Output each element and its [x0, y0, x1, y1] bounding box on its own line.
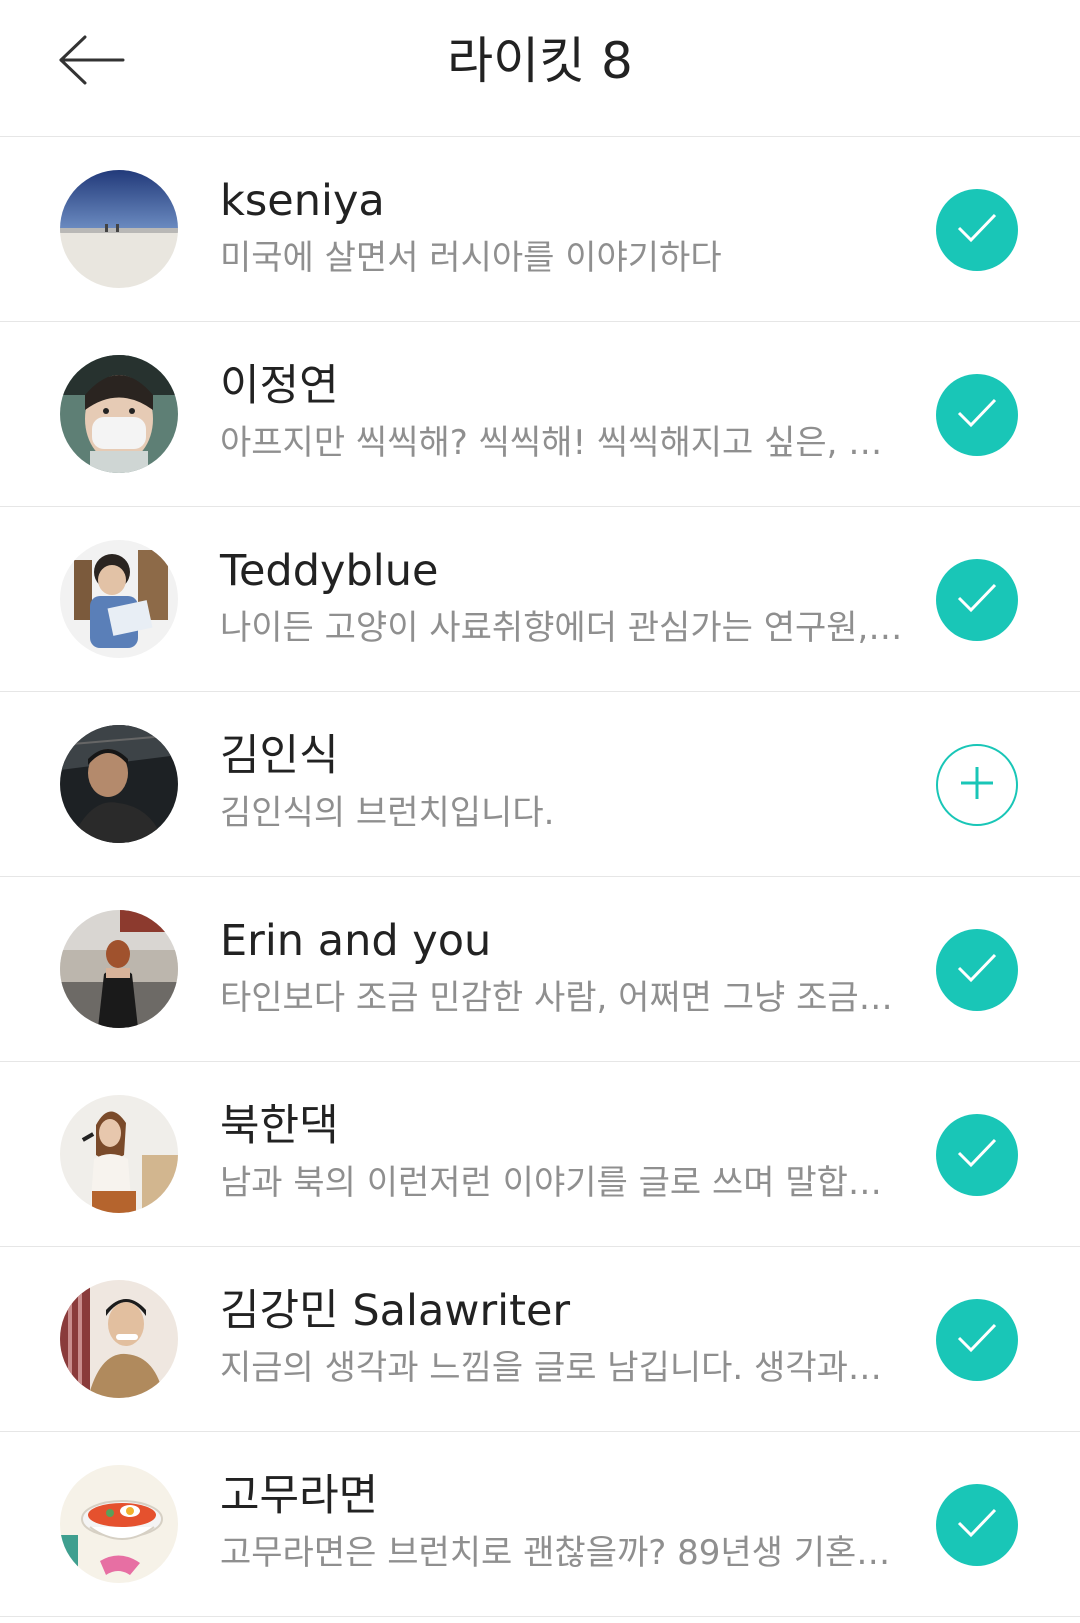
check-icon	[955, 395, 999, 435]
list-item[interactable]: 고무라면 고무라면은 브런치로 괜찮을까? 89년생 기혼…	[0, 1432, 1080, 1617]
following-button[interactable]	[936, 1299, 1018, 1381]
following-button[interactable]	[936, 559, 1018, 641]
avatar[interactable]	[60, 1280, 178, 1398]
list-item[interactable]: 김강민 Salawriter 지금의 생각과 느낌을 글로 남깁니다. 생각과…	[0, 1247, 1080, 1432]
plus-icon	[957, 763, 997, 807]
user-name[interactable]: 김강민 Salawriter	[220, 1283, 570, 1339]
avatar[interactable]	[60, 355, 178, 473]
liker-list: kseniya 미국에 살면서 러시아를 이야기하다 이정연 아프지만 씩씩해?…	[0, 137, 1080, 1617]
user-description: 남과 북의 이런저런 이야기를 글로 쓰며 말합니…	[220, 1163, 910, 1203]
following-button[interactable]	[936, 1114, 1018, 1196]
user-name[interactable]: kseniya	[220, 173, 385, 229]
user-description: 김인식의 브런치입니다.	[220, 793, 555, 833]
check-icon	[955, 580, 999, 620]
avatar[interactable]	[60, 170, 178, 288]
following-button[interactable]	[936, 929, 1018, 1011]
follow-button[interactable]	[936, 744, 1018, 826]
list-item[interactable]: 이정연 아프지만 씩씩해? 씩씩해! 씩씩해지고 싶은, …	[0, 322, 1080, 507]
user-description: 지금의 생각과 느낌을 글로 남깁니다. 생각과…	[220, 1348, 882, 1388]
user-description: 미국에 살면서 러시아를 이야기하다	[220, 238, 722, 278]
user-name[interactable]: 이정연	[220, 358, 339, 414]
user-description: 고무라면은 브런치로 괜찮을까? 89년생 기혼…	[220, 1533, 891, 1573]
list-item[interactable]: 북한댁 남과 북의 이런저런 이야기를 글로 쓰며 말합니…	[0, 1062, 1080, 1247]
list-item[interactable]: kseniya 미국에 살면서 러시아를 이야기하다	[0, 137, 1080, 322]
following-button[interactable]	[936, 189, 1018, 271]
check-icon	[955, 950, 999, 990]
check-icon	[955, 1320, 999, 1360]
avatar[interactable]	[60, 1095, 178, 1213]
avatar[interactable]	[60, 725, 178, 843]
user-name[interactable]: Erin and you	[220, 913, 491, 969]
user-description: 아프지만 씩씩해? 씩씩해! 씩씩해지고 싶은, …	[220, 423, 883, 463]
user-name[interactable]: 김인식	[220, 728, 339, 784]
following-button[interactable]	[936, 1484, 1018, 1566]
user-name[interactable]: 북한댁	[220, 1098, 339, 1154]
list-item[interactable]: 김인식 김인식의 브런치입니다.	[0, 692, 1080, 877]
user-description: 타인보다 조금 민감한 사람, 어쩌면 그냥 조금…	[220, 978, 893, 1018]
check-icon	[955, 1505, 999, 1545]
user-description: 나이든 고양이 사료취향에더 관심가는 연구원, …	[220, 608, 910, 648]
avatar[interactable]	[60, 1465, 178, 1583]
avatar[interactable]	[60, 910, 178, 1028]
list-item[interactable]: Erin and you 타인보다 조금 민감한 사람, 어쩌면 그냥 조금…	[0, 877, 1080, 1062]
avatar[interactable]	[60, 540, 178, 658]
page-title: 라이킷 8	[447, 32, 633, 90]
check-icon	[955, 210, 999, 250]
user-name[interactable]: 고무라면	[220, 1468, 378, 1524]
header-bar: 라이킷 8	[0, 0, 1080, 137]
check-icon	[955, 1135, 999, 1175]
following-button[interactable]	[936, 374, 1018, 456]
user-name[interactable]: Teddyblue	[220, 543, 438, 599]
list-item[interactable]: Teddyblue 나이든 고양이 사료취향에더 관심가는 연구원, …	[0, 507, 1080, 692]
